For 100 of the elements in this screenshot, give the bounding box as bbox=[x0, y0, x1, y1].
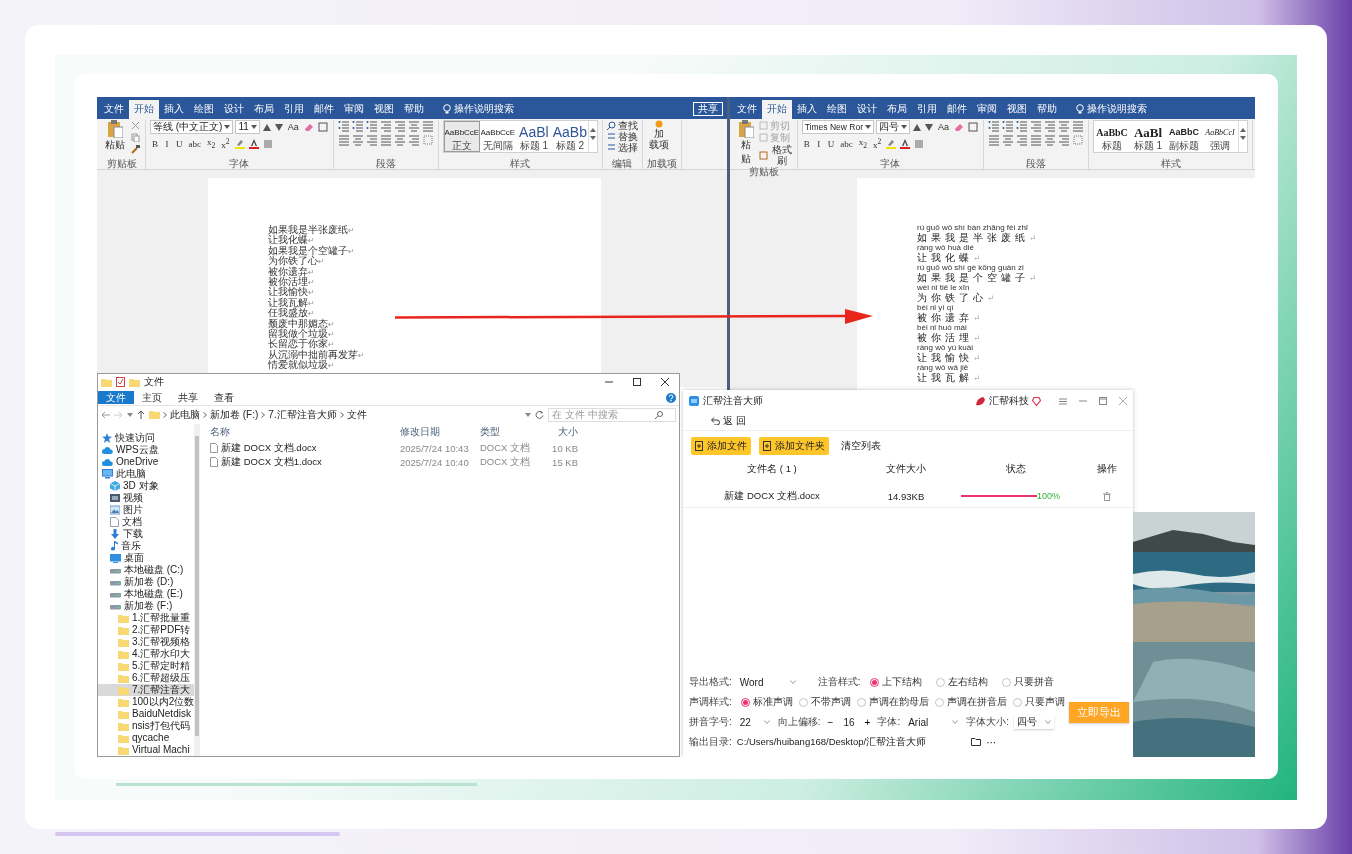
radio-option[interactable]: 声调在韵母后 bbox=[856, 695, 929, 709]
nav-item[interactable]: 本地磁盘 (E:) bbox=[98, 588, 194, 600]
center-align-icon[interactable] bbox=[393, 134, 406, 146]
indent-icon[interactable] bbox=[365, 134, 378, 146]
forward-arrow-icon[interactable] bbox=[114, 410, 123, 419]
folder-outline-icon[interactable] bbox=[971, 738, 982, 746]
paste-button[interactable]: 粘贴 bbox=[736, 120, 757, 166]
char-border-button[interactable] bbox=[316, 121, 329, 133]
indent-icon[interactable] bbox=[1058, 134, 1070, 146]
file-name[interactable]: 新建 DOCX 文档1.docx bbox=[221, 455, 322, 469]
format-button[interactable]: B bbox=[801, 137, 812, 150]
nav-item[interactable]: 4.汇帮水印大 bbox=[98, 648, 194, 660]
font-size-select[interactable]: 11 bbox=[235, 120, 260, 134]
nav-item[interactable]: WPS云盘 bbox=[98, 444, 194, 456]
nav-item[interactable]: 2.汇帮PDF转 bbox=[98, 624, 194, 636]
style-item[interactable]: AaBb 标题 2 bbox=[551, 121, 588, 152]
ribbon-tab[interactable]: 设计 bbox=[219, 100, 249, 119]
menu-button[interactable] bbox=[1059, 397, 1067, 405]
scrollbar[interactable] bbox=[194, 424, 200, 756]
ribbon-tab[interactable]: 布局 bbox=[882, 100, 912, 119]
char-border-button[interactable] bbox=[967, 121, 979, 133]
align-icon[interactable] bbox=[1030, 134, 1042, 146]
center-align-icon[interactable] bbox=[351, 134, 364, 146]
format-button[interactable]: U bbox=[174, 137, 185, 150]
nav-item[interactable]: 本地磁盘 (C:) bbox=[98, 564, 194, 576]
grow-font-button[interactable] bbox=[912, 122, 922, 132]
editing-button[interactable]: 选择 bbox=[606, 142, 638, 153]
borders-button[interactable] bbox=[421, 134, 434, 146]
radio-option[interactable]: 标准声调 bbox=[740, 695, 793, 709]
addins-button[interactable]: 加 载项 bbox=[646, 120, 671, 150]
font-size-dropdown[interactable]: 四号 bbox=[1013, 715, 1054, 729]
radio-option[interactable]: 声调在拼音后 bbox=[934, 695, 1007, 709]
paste-button[interactable]: 粘贴 bbox=[103, 120, 127, 152]
add-button[interactable]: 添加文件夹 bbox=[759, 437, 829, 455]
style-item[interactable]: AaBl 标题 1 bbox=[515, 121, 552, 152]
nav-item[interactable]: 此电脑 bbox=[98, 468, 194, 480]
align-icon[interactable] bbox=[988, 134, 1000, 146]
format-button[interactable]: B bbox=[150, 137, 160, 150]
more-button[interactable]: ··· bbox=[986, 736, 997, 748]
radio-option[interactable]: 只要拼音 bbox=[1001, 675, 1054, 689]
ribbon-tab[interactable]: 主页 bbox=[134, 391, 170, 404]
nav-item[interactable]: OneDrive bbox=[98, 456, 194, 468]
lines-icon[interactable] bbox=[421, 120, 434, 132]
change-case-button[interactable]: Aa bbox=[936, 122, 951, 132]
decrement-button[interactable]: − bbox=[825, 716, 836, 728]
bullet-list-icon[interactable] bbox=[365, 120, 378, 132]
nav-item[interactable]: 3D 对象 bbox=[98, 480, 194, 492]
radio-option[interactable]: 左右结构 bbox=[935, 675, 988, 689]
diamond-icon[interactable] bbox=[1032, 396, 1041, 406]
radio-option[interactable]: 上下结构 bbox=[869, 675, 922, 689]
format-dropdown[interactable]: Word bbox=[736, 676, 799, 688]
column-header[interactable]: 大小 bbox=[538, 425, 578, 439]
add-button[interactable]: 添加文件 bbox=[691, 437, 751, 455]
ribbon-tab[interactable]: 引用 bbox=[912, 100, 942, 119]
center-align-icon[interactable] bbox=[1002, 134, 1014, 146]
ribbon-tab[interactable]: 邮件 bbox=[309, 100, 339, 119]
nav-item[interactable]: qycache bbox=[98, 732, 194, 744]
increment-button[interactable]: + bbox=[862, 716, 873, 728]
nav-item[interactable]: nsis打包代码 bbox=[98, 720, 194, 732]
nav-item[interactable]: 图片 bbox=[98, 504, 194, 516]
ribbon-tab[interactable]: 文件 bbox=[98, 391, 134, 404]
style-item[interactable]: AaBbCcI 强调 bbox=[1202, 121, 1238, 152]
style-item[interactable]: AaBbCcE 正文 bbox=[443, 121, 480, 152]
ribbon-tab[interactable]: 邮件 bbox=[942, 100, 972, 119]
shrink-font-button[interactable] bbox=[273, 122, 284, 132]
minimize-button[interactable] bbox=[1079, 397, 1087, 405]
radio-option[interactable]: 不带声调 bbox=[798, 695, 851, 709]
format-button[interactable]: x$_{2}$ bbox=[856, 136, 869, 152]
column-header[interactable]: 名称 bbox=[210, 425, 400, 439]
highlight-button[interactable] bbox=[233, 137, 246, 150]
indent-icon[interactable] bbox=[1016, 134, 1028, 146]
column-header[interactable]: 类型 bbox=[480, 425, 538, 439]
ribbon-tab[interactable]: 开始 bbox=[762, 100, 792, 119]
format-button[interactable]: U bbox=[825, 137, 837, 150]
nav-item[interactable]: 音乐 bbox=[98, 540, 194, 552]
tell-me-search[interactable]: 操作说明搜索 bbox=[1070, 101, 1153, 119]
ribbon-tab[interactable]: 开始 bbox=[129, 100, 159, 119]
share-button[interactable]: 共享 bbox=[693, 102, 723, 116]
indent-icon[interactable] bbox=[407, 134, 420, 146]
folder-icon[interactable] bbox=[129, 377, 140, 387]
nav-item[interactable]: 文档 bbox=[98, 516, 194, 528]
format-button[interactable]: x$^{2}$ bbox=[219, 136, 232, 152]
nav-item[interactable]: Virtual Machi bbox=[98, 744, 194, 756]
ribbon-tab[interactable]: 插入 bbox=[159, 100, 189, 119]
path-segment[interactable]: 7.汇帮注音大师 bbox=[268, 407, 337, 422]
path-segment[interactable]: 新加卷 (F:) bbox=[210, 407, 259, 422]
font-name-select[interactable]: 等线 (中文正文) bbox=[150, 120, 234, 134]
indent-icon[interactable] bbox=[1044, 120, 1056, 132]
editing-button[interactable]: 查找 bbox=[606, 120, 638, 131]
ribbon-tab[interactable]: 绘图 bbox=[822, 100, 852, 119]
format-button[interactable]: abc bbox=[838, 137, 855, 150]
nav-item[interactable]: 快速访问 bbox=[98, 432, 194, 444]
clipboard-tool[interactable]: 格式刷 bbox=[759, 144, 793, 166]
path-segment[interactable]: 此电脑 bbox=[170, 407, 200, 422]
checklist-icon[interactable] bbox=[116, 377, 125, 387]
nav-item[interactable]: 7.汇帮注音大 bbox=[98, 684, 194, 696]
align-icon[interactable] bbox=[379, 134, 392, 146]
lines-icon[interactable] bbox=[1072, 120, 1084, 132]
format-button[interactable]: I bbox=[813, 137, 824, 150]
ribbon-tab[interactable]: 审阅 bbox=[339, 100, 369, 119]
